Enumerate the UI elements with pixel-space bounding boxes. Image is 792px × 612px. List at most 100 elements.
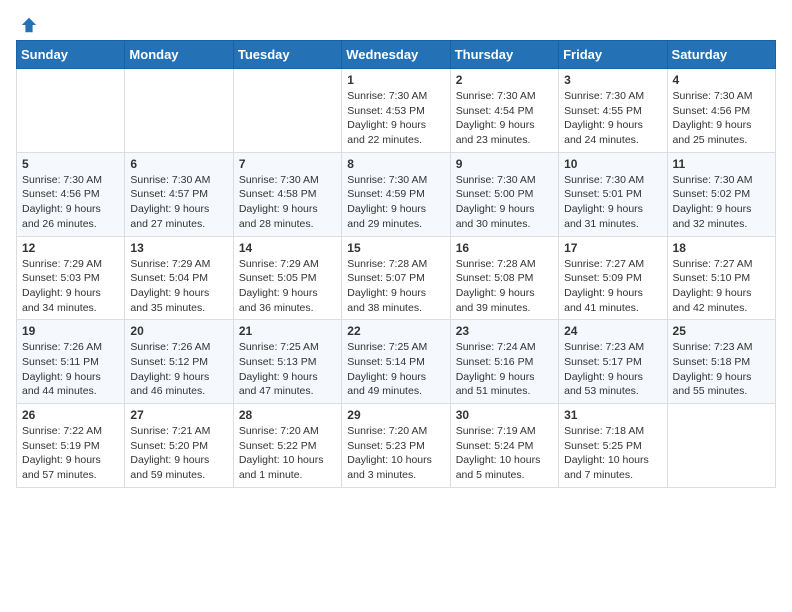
day-info: Sunrise: 7:27 AMSunset: 5:10 PMDaylight:… xyxy=(673,257,770,316)
day-info: Sunrise: 7:25 AMSunset: 5:13 PMDaylight:… xyxy=(239,340,336,399)
weekday-header-tuesday: Tuesday xyxy=(233,41,341,69)
day-info: Sunrise: 7:26 AMSunset: 5:11 PMDaylight:… xyxy=(22,340,119,399)
calendar-cell: 25 Sunrise: 7:23 AMSunset: 5:18 PMDayligh… xyxy=(667,320,775,404)
day-info: Sunrise: 7:20 AMSunset: 5:22 PMDaylight:… xyxy=(239,424,336,483)
day-info: Sunrise: 7:30 AMSunset: 4:55 PMDaylight:… xyxy=(564,89,661,148)
day-number: 31 xyxy=(564,408,661,422)
calendar-week-4: 26 Sunrise: 7:22 AMSunset: 5:19 PMDayligh… xyxy=(17,404,776,488)
calendar-cell: 4 Sunrise: 7:30 AMSunset: 4:56 PMDaylight… xyxy=(667,69,775,153)
calendar-cell: 10 Sunrise: 7:30 AMSunset: 5:01 PMDayligh… xyxy=(559,152,667,236)
day-info: Sunrise: 7:30 AMSunset: 5:01 PMDaylight:… xyxy=(564,173,661,232)
calendar-cell: 21 Sunrise: 7:25 AMSunset: 5:13 PMDayligh… xyxy=(233,320,341,404)
day-number: 16 xyxy=(456,241,553,255)
day-info: Sunrise: 7:30 AMSunset: 5:02 PMDaylight:… xyxy=(673,173,770,232)
day-info: Sunrise: 7:19 AMSunset: 5:24 PMDaylight:… xyxy=(456,424,553,483)
day-number: 26 xyxy=(22,408,119,422)
day-info: Sunrise: 7:18 AMSunset: 5:25 PMDaylight:… xyxy=(564,424,661,483)
day-number: 9 xyxy=(456,157,553,171)
calendar-week-0: 1 Sunrise: 7:30 AMSunset: 4:53 PMDaylight… xyxy=(17,69,776,153)
day-info: Sunrise: 7:27 AMSunset: 5:09 PMDaylight:… xyxy=(564,257,661,316)
day-number: 15 xyxy=(347,241,444,255)
calendar-cell: 5Sunrise: 7:30 AMSunset: 4:56 PMDaylight… xyxy=(17,152,125,236)
day-number: 2 xyxy=(456,73,553,87)
day-info: Sunrise: 7:28 AMSunset: 5:08 PMDaylight:… xyxy=(456,257,553,316)
calendar-cell xyxy=(125,69,233,153)
day-number: 23 xyxy=(456,324,553,338)
calendar-cell: 31 Sunrise: 7:18 AMSunset: 5:25 PMDayligh… xyxy=(559,404,667,488)
day-info: Sunrise: 7:29 AMSunset: 5:04 PMDaylight:… xyxy=(130,257,227,316)
calendar-cell: 14Sunrise: 7:29 AMSunset: 5:05 PMDayligh… xyxy=(233,236,341,320)
calendar-cell: 29 Sunrise: 7:20 AMSunset: 5:23 PMDayligh… xyxy=(342,404,450,488)
day-number: 24 xyxy=(564,324,661,338)
day-info: Sunrise: 7:25 AMSunset: 5:14 PMDaylight:… xyxy=(347,340,444,399)
calendar-cell: 8Sunrise: 7:30 AMSunset: 4:59 PMDaylight… xyxy=(342,152,450,236)
day-number: 25 xyxy=(673,324,770,338)
header xyxy=(16,16,776,30)
day-info: Sunrise: 7:30 AMSunset: 4:57 PMDaylight:… xyxy=(130,173,227,232)
weekday-header-sunday: Sunday xyxy=(17,41,125,69)
day-number: 30 xyxy=(456,408,553,422)
calendar-cell: 24 Sunrise: 7:23 AMSunset: 5:17 PMDayligh… xyxy=(559,320,667,404)
day-info: Sunrise: 7:23 AMSunset: 5:17 PMDaylight:… xyxy=(564,340,661,399)
day-number: 6 xyxy=(130,157,227,171)
calendar-week-3: 19 Sunrise: 7:26 AMSunset: 5:11 PMDayligh… xyxy=(17,320,776,404)
weekday-header-thursday: Thursday xyxy=(450,41,558,69)
logo xyxy=(16,16,38,30)
calendar-cell: 1 Sunrise: 7:30 AMSunset: 4:53 PMDaylight… xyxy=(342,69,450,153)
day-info: Sunrise: 7:30 AMSunset: 4:56 PMDaylight:… xyxy=(673,89,770,148)
day-number: 28 xyxy=(239,408,336,422)
day-info: Sunrise: 7:28 AMSunset: 5:07 PMDaylight:… xyxy=(347,257,444,316)
calendar-cell xyxy=(667,404,775,488)
day-info: Sunrise: 7:26 AMSunset: 5:12 PMDaylight:… xyxy=(130,340,227,399)
logo-icon xyxy=(20,16,38,34)
calendar-cell: 11Sunrise: 7:30 AMSunset: 5:02 PMDayligh… xyxy=(667,152,775,236)
weekday-header-saturday: Saturday xyxy=(667,41,775,69)
day-info: Sunrise: 7:30 AMSunset: 4:58 PMDaylight:… xyxy=(239,173,336,232)
calendar-cell: 23 Sunrise: 7:24 AMSunset: 5:16 PMDayligh… xyxy=(450,320,558,404)
weekday-header-friday: Friday xyxy=(559,41,667,69)
day-number: 22 xyxy=(347,324,444,338)
day-number: 13 xyxy=(130,241,227,255)
day-number: 3 xyxy=(564,73,661,87)
day-number: 14 xyxy=(239,241,336,255)
calendar-week-1: 5Sunrise: 7:30 AMSunset: 4:56 PMDaylight… xyxy=(17,152,776,236)
day-info: Sunrise: 7:29 AMSunset: 5:03 PMDaylight:… xyxy=(22,257,119,316)
day-info: Sunrise: 7:30 AMSunset: 4:56 PMDaylight:… xyxy=(22,173,119,232)
day-number: 29 xyxy=(347,408,444,422)
calendar-cell: 18 Sunrise: 7:27 AMSunset: 5:10 PMDayligh… xyxy=(667,236,775,320)
day-info: Sunrise: 7:20 AMSunset: 5:23 PMDaylight:… xyxy=(347,424,444,483)
calendar-cell: 27Sunrise: 7:21 AMSunset: 5:20 PMDayligh… xyxy=(125,404,233,488)
calendar-cell: 22 Sunrise: 7:25 AMSunset: 5:14 PMDayligh… xyxy=(342,320,450,404)
calendar-cell: 16 Sunrise: 7:28 AMSunset: 5:08 PMDayligh… xyxy=(450,236,558,320)
day-number: 10 xyxy=(564,157,661,171)
calendar-cell xyxy=(17,69,125,153)
calendar-header-row: SundayMondayTuesdayWednesdayThursdayFrid… xyxy=(17,41,776,69)
day-info: Sunrise: 7:24 AMSunset: 5:16 PMDaylight:… xyxy=(456,340,553,399)
day-number: 18 xyxy=(673,241,770,255)
calendar-cell: 19 Sunrise: 7:26 AMSunset: 5:11 PMDayligh… xyxy=(17,320,125,404)
day-info: Sunrise: 7:22 AMSunset: 5:19 PMDaylight:… xyxy=(22,424,119,483)
calendar-cell: 3 Sunrise: 7:30 AMSunset: 4:55 PMDaylight… xyxy=(559,69,667,153)
day-number: 21 xyxy=(239,324,336,338)
day-number: 8 xyxy=(347,157,444,171)
day-number: 17 xyxy=(564,241,661,255)
calendar-week-2: 12 Sunrise: 7:29 AMSunset: 5:03 PMDayligh… xyxy=(17,236,776,320)
day-number: 4 xyxy=(673,73,770,87)
weekday-header-monday: Monday xyxy=(125,41,233,69)
day-number: 1 xyxy=(347,73,444,87)
day-number: 19 xyxy=(22,324,119,338)
page-container: SundayMondayTuesdayWednesdayThursdayFrid… xyxy=(0,0,792,504)
day-info: Sunrise: 7:23 AMSunset: 5:18 PMDaylight:… xyxy=(673,340,770,399)
day-number: 12 xyxy=(22,241,119,255)
calendar-cell: 15 Sunrise: 7:28 AMSunset: 5:07 PMDayligh… xyxy=(342,236,450,320)
day-number: 20 xyxy=(130,324,227,338)
calendar-cell: 12 Sunrise: 7:29 AMSunset: 5:03 PMDayligh… xyxy=(17,236,125,320)
calendar-cell: 9Sunrise: 7:30 AMSunset: 5:00 PMDaylight… xyxy=(450,152,558,236)
calendar-cell: 28 Sunrise: 7:20 AMSunset: 5:22 PMDayligh… xyxy=(233,404,341,488)
day-info: Sunrise: 7:30 AMSunset: 4:53 PMDaylight:… xyxy=(347,89,444,148)
calendar-cell: 17 Sunrise: 7:27 AMSunset: 5:09 PMDayligh… xyxy=(559,236,667,320)
calendar-cell: 2Sunrise: 7:30 AMSunset: 4:54 PMDaylight… xyxy=(450,69,558,153)
calendar-cell: 7Sunrise: 7:30 AMSunset: 4:58 PMDaylight… xyxy=(233,152,341,236)
weekday-header-wednesday: Wednesday xyxy=(342,41,450,69)
calendar-cell: 6 Sunrise: 7:30 AMSunset: 4:57 PMDaylight… xyxy=(125,152,233,236)
